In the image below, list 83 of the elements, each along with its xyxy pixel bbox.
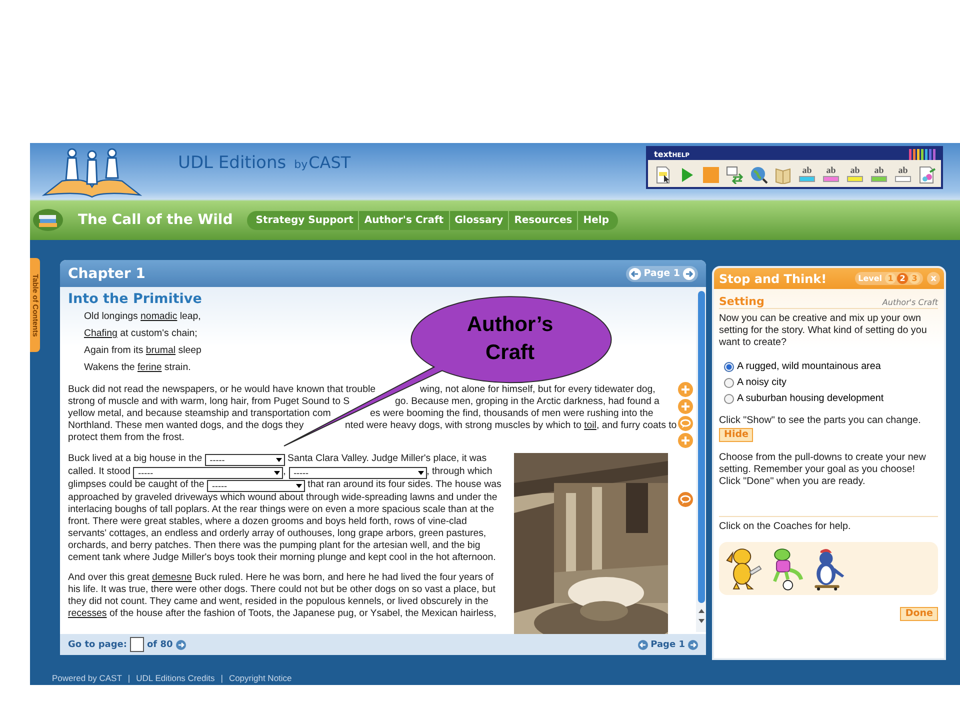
go-to-page-label: Go to page: bbox=[68, 640, 127, 650]
vocabulary-link[interactable]: ferine bbox=[137, 362, 162, 373]
separator-text: | bbox=[220, 673, 223, 683]
dropdown[interactable]: ----- bbox=[288, 467, 427, 479]
globe-search-icon[interactable] bbox=[750, 166, 768, 184]
story-text: nted were heavy dogs, with strong muscles by which to toil, and furry coats to bbox=[345, 420, 677, 432]
caret-icon bbox=[416, 469, 425, 477]
add-icon[interactable] bbox=[678, 382, 693, 397]
prompt-text: Now you can be creative and mix up your own setting for the story. What kind of setting do you want to create? bbox=[719, 313, 928, 349]
brand-name: UDL Editions bbox=[178, 153, 286, 173]
page-number-field[interactable] bbox=[130, 637, 144, 652]
section-heading: Into the Primitive bbox=[68, 291, 203, 307]
nav-link[interactable]: Author's Craft bbox=[359, 214, 449, 226]
radio-button[interactable] bbox=[724, 378, 734, 388]
caret-icon bbox=[294, 482, 303, 490]
option-label[interactable]: A suburban housing development bbox=[737, 393, 884, 405]
instructions-text: Choose from the pull-downs to create your new setting. Remember your goal as you choose! Click "Done" when you are ready. bbox=[719, 452, 927, 488]
help-text: Click on the Coaches for help. bbox=[719, 521, 852, 533]
page-label: Page 1 bbox=[644, 268, 680, 279]
dropdown[interactable]: ----- bbox=[204, 454, 285, 466]
scrollbar[interactable] bbox=[696, 287, 706, 632]
story-paragraph: Buck lived at a big house in the ----- Santa Clara Valley. Judge Miller's place, it was called. It stood ----- , ----- , through which glimpses could be caught of the ----- that ran around its four sides. The house was approached by graveled driveways which wound about through wide-spreading lawns and under the interlacing boughs of tall poplars. At the rear things were on even a more spacious scale than at the front. There were great stables, where a dozen grooms and boys held forth, rows of vine-clad servants' cottages, an endless and orderly array of outhouses, long grape arbors, green pastures, orchards, and berry patches. Then there was the pumping plant for the artesian well, and the big cement tank where Judge Miller's boys took their morning plunge and kept cool in the hot afternoon. bbox=[68, 453, 502, 564]
poem-line: Old longings nomadic leap, bbox=[84, 310, 201, 324]
document-icon[interactable] bbox=[654, 166, 672, 184]
brand-by: by bbox=[294, 158, 308, 171]
comment-icon[interactable] bbox=[678, 416, 693, 431]
book-title: The Call of the Wild bbox=[78, 212, 233, 228]
dropdown[interactable]: ----- bbox=[133, 467, 284, 479]
footer-link[interactable]: Powered by CAST bbox=[52, 673, 122, 683]
poem-line: Wakens the ferine strain. bbox=[84, 361, 191, 375]
option-label[interactable]: A noisy city bbox=[737, 377, 786, 389]
book-icon[interactable] bbox=[774, 166, 792, 184]
vocabulary-link[interactable]: recesses bbox=[68, 608, 107, 619]
story-text: Northland. These men wanted dogs, and the dogs they bbox=[68, 420, 304, 431]
story-text: yellow metal, and because steamship and transportation com bbox=[68, 408, 331, 419]
footer-link[interactable]: Copyright Notice bbox=[228, 673, 292, 683]
books-icon[interactable] bbox=[33, 209, 63, 231]
hint-text: Click "Show" to see the parts you can change. bbox=[719, 415, 922, 427]
previous-arrow-icon[interactable] bbox=[638, 640, 648, 650]
nav-link[interactable]: Strategy Support bbox=[250, 214, 358, 226]
radio-button[interactable] bbox=[724, 394, 734, 404]
nav-link[interactable]: Resources bbox=[509, 214, 578, 226]
chapter-title: Chapter 1 bbox=[68, 266, 146, 282]
nav-link[interactable]: Help bbox=[578, 214, 614, 226]
radio-button[interactable] bbox=[724, 362, 734, 372]
story-paragraph: And over this great demesne Buck ruled. Here he was born, and here he had lived the four years of his life. It was true, there were other dogs. There could not but be other dogs on so vast a place, but they did not count. They came and went, resided in the populous kennels, or lived obscurely in the recesses of the house after the fashion of Toots, the Japanese pug, or Ysabel, the Mexican hairless, bbox=[68, 572, 498, 620]
previous-arrow-icon[interactable] bbox=[628, 268, 641, 280]
vocabulary-link[interactable]: nomadic bbox=[140, 311, 178, 322]
story-text: wing, not alone for himself, but for every tidewater dog, bbox=[420, 384, 656, 396]
panel-title: Stop and Think! bbox=[719, 272, 827, 286]
story-text: es were booming the find, thousands of men were rushing into the bbox=[370, 408, 654, 420]
story-text: strong of muscle and with warm, long hair, from Puget Sound to S bbox=[68, 396, 350, 407]
page-label: Page 1 bbox=[650, 640, 685, 650]
callout-text: Author’s Craft bbox=[466, 312, 554, 366]
swap-icon[interactable] bbox=[726, 166, 744, 184]
dropdown[interactable]: ----- bbox=[206, 480, 305, 492]
next-arrow-icon[interactable] bbox=[688, 640, 698, 650]
story-text: Buck did not read the newspapers, or he would have known that trouble bbox=[68, 384, 376, 395]
category-label: Author's Craft bbox=[882, 298, 938, 307]
vocabulary-link[interactable]: brumal bbox=[146, 345, 176, 356]
separator-text: | bbox=[128, 673, 130, 683]
vocabulary-link[interactable]: demesne bbox=[152, 572, 192, 583]
dog-figure-icon[interactable] bbox=[725, 546, 763, 590]
add-icon[interactable] bbox=[678, 433, 693, 448]
footer-link[interactable]: UDL Editions Credits bbox=[136, 673, 215, 683]
topic-title: Setting bbox=[719, 295, 764, 308]
poem-line: Chafing at custom's chain; bbox=[84, 327, 198, 341]
next-arrow-icon[interactable] bbox=[683, 268, 695, 280]
story-text: protect them from the frost. bbox=[68, 432, 184, 444]
vocabulary-link[interactable]: toil bbox=[584, 420, 596, 431]
level-label: Level bbox=[858, 274, 882, 283]
vocabulary-link[interactable]: Chafing bbox=[84, 328, 118, 339]
story-text: go. Because men, groping in the Arctic darkness, had found a bbox=[395, 396, 660, 408]
nav-link[interactable]: Glossary bbox=[450, 214, 508, 226]
color-bars-icon bbox=[909, 148, 937, 160]
add-icon[interactable] bbox=[678, 399, 693, 414]
go-arrow-icon[interactable] bbox=[176, 640, 186, 650]
collect-highlights-icon[interactable] bbox=[918, 166, 936, 184]
poem-line: Again from its brumal sleep bbox=[84, 344, 202, 358]
page-count: of 80 bbox=[146, 640, 173, 650]
option-label[interactable]: A rugged, wild mountainous area bbox=[737, 361, 881, 373]
comment-icon[interactable] bbox=[678, 492, 693, 507]
brand-publisher: CAST bbox=[308, 153, 351, 172]
